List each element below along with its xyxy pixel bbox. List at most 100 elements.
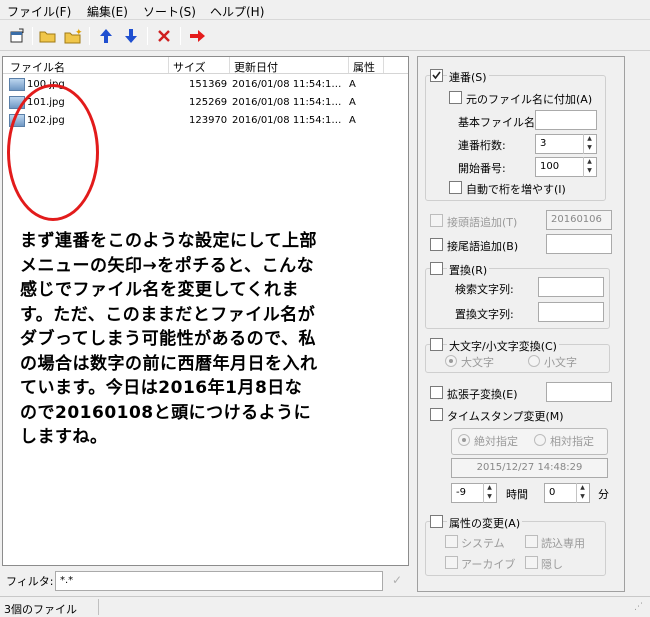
base-name-label: 基本ファイル名: (458, 116, 539, 129)
col-filename[interactable]: ファイル名 (10, 59, 65, 75)
auto-digits-label: 自動で桁を増やす(I) (466, 183, 566, 196)
upper-radio[interactable] (445, 355, 457, 367)
file-attr: A (349, 79, 356, 90)
folder-open-icon[interactable] (38, 26, 58, 46)
resize-grip-icon[interactable]: ⋰ (634, 602, 643, 612)
image-file-icon (9, 96, 25, 109)
note-line: しますね。 (20, 427, 108, 447)
absolute-label: 絶対指定 (474, 435, 518, 448)
case-checkbox[interactable] (430, 338, 443, 351)
file-name: 102.jpg (27, 115, 65, 126)
note-line: ています。今日は2016年1月8日な (20, 378, 303, 398)
archive-checkbox[interactable] (445, 556, 458, 569)
minutes-unit: 分 (598, 488, 609, 501)
run-arrow-icon[interactable] (188, 26, 208, 46)
prefix-input[interactable]: 20160106 (546, 210, 612, 230)
menu-bar: ファイル(F) 編集(E) ソート(S) ヘルプ(H) (0, 0, 650, 20)
status-bar: 3個のファイル ⋰ (0, 596, 650, 617)
note-line: ので20160108と頭につけるように (20, 402, 312, 423)
menu-help[interactable]: ヘルプ(H) (210, 3, 264, 20)
relative-radio[interactable] (534, 434, 546, 446)
file-date: 2016/01/08 11:54:1… (232, 97, 342, 108)
table-row[interactable]: 102.jpg 123970 2016/01/08 11:54:1… A (3, 112, 408, 130)
toolbar: ✦ (0, 21, 650, 51)
renban-checkbox[interactable] (430, 69, 443, 82)
timestamp-checkbox[interactable] (430, 408, 443, 421)
menu-edit[interactable]: 編集(E) (87, 3, 128, 20)
append-original-checkbox[interactable] (449, 91, 462, 104)
archive-label: アーカイブ (461, 558, 516, 571)
note-line: ダブってしまう可能性があるので、私 (20, 329, 316, 349)
minutes-stepper[interactable]: ▲ ▼ (576, 483, 588, 503)
note-line: 感じでファイル名を変更してくれま (20, 280, 299, 300)
base-name-input[interactable] (535, 110, 597, 130)
file-attr: A (349, 115, 356, 126)
attrs-label: 属性の変更(A) (447, 515, 523, 531)
file-size: 125269 (189, 97, 228, 108)
file-date: 2016/01/08 11:54:1… (232, 115, 342, 126)
timestamp-label: タイムスタンプ変更(M) (447, 410, 564, 423)
window-icon[interactable] (7, 26, 27, 46)
case-label: 大文字/小文字変換(C) (447, 338, 559, 354)
filter-label: フィルタ: (6, 575, 54, 588)
menu-sort[interactable]: ソート(S) (143, 3, 196, 20)
note-line: す。ただ、このままだとファイル名が (20, 304, 316, 325)
note-line: まず連番をこのような設定にして上部 (20, 231, 317, 251)
replace-string-label: 置換文字列: (455, 308, 514, 321)
suffix-input[interactable] (546, 234, 612, 254)
suffix-label: 接尾語追加(B) (447, 240, 519, 253)
check-icon[interactable]: ✓ (392, 573, 402, 587)
digits-stepper[interactable]: ▲ ▼ (583, 134, 595, 154)
ext-input[interactable] (546, 382, 612, 402)
arrow-up-icon[interactable] (96, 26, 116, 46)
status-text: 3個のファイル (4, 603, 77, 616)
lower-label: 小文字 (544, 356, 577, 369)
append-original-label: 元のファイル名に付加(A) (466, 93, 593, 106)
menu-file[interactable]: ファイル(F) (7, 3, 71, 20)
file-name: 101.jpg (27, 97, 65, 108)
renban-label: 連番(S) (447, 69, 489, 85)
replace-string-input[interactable] (538, 302, 604, 322)
file-list[interactable]: ファイル名 サイズ 更新日付 属性 100.jpg 151369 2016/01… (2, 56, 409, 566)
file-size: 123970 (189, 115, 228, 126)
arrow-down-icon[interactable] (121, 26, 141, 46)
table-row[interactable]: 100.jpg 151369 2016/01/08 11:54:1… A (3, 76, 408, 94)
upper-label: 大文字 (461, 356, 494, 369)
annotation-note: まず連番をこのような設定にして上部 メニューの矢印→をポチると、こんな 感じでフ… (20, 229, 395, 450)
lower-radio[interactable] (528, 355, 540, 367)
hidden-checkbox[interactable] (525, 556, 538, 569)
file-name: 100.jpg (27, 79, 65, 90)
prefix-checkbox[interactable] (430, 214, 443, 227)
search-string-input[interactable] (538, 277, 604, 297)
file-attr: A (349, 97, 356, 108)
auto-digits-checkbox[interactable] (449, 181, 462, 194)
search-string-label: 検索文字列: (455, 283, 514, 296)
folder-star-icon[interactable]: ✦ (63, 26, 83, 46)
hidden-label: 隠し (541, 558, 563, 571)
col-date[interactable]: 更新日付 (234, 59, 278, 75)
system-checkbox[interactable] (445, 535, 458, 548)
filter-input[interactable]: *.* (55, 571, 383, 591)
readonly-checkbox[interactable] (525, 535, 538, 548)
start-stepper[interactable]: ▲ ▼ (583, 157, 595, 177)
relative-label: 相対指定 (550, 435, 594, 448)
col-size[interactable]: サイズ (173, 59, 206, 75)
replace-label: 置換(R) (447, 262, 490, 278)
absolute-radio[interactable] (458, 434, 470, 446)
col-attr[interactable]: 属性 (353, 59, 375, 75)
hours-stepper[interactable]: ▲ ▼ (483, 483, 495, 503)
attrs-checkbox[interactable] (430, 515, 443, 528)
filter-bar: フィルタ: *.* ✓ (0, 569, 412, 593)
svg-text:✦: ✦ (75, 28, 82, 38)
suffix-checkbox[interactable] (430, 238, 443, 251)
hours-unit: 時間 (506, 488, 528, 501)
table-row[interactable]: 101.jpg 125269 2016/01/08 11:54:1… A (3, 94, 408, 112)
replace-checkbox[interactable] (430, 262, 443, 275)
file-size: 151369 (189, 79, 228, 90)
column-header: ファイル名 サイズ 更新日付 属性 (3, 57, 408, 74)
image-file-icon (9, 114, 25, 127)
ext-checkbox[interactable] (430, 386, 443, 399)
prefix-label: 接頭語追加(T) (447, 216, 518, 229)
delete-icon[interactable] (154, 26, 174, 46)
datetime-input[interactable]: 2015/12/27 14:48:29 (451, 458, 608, 478)
